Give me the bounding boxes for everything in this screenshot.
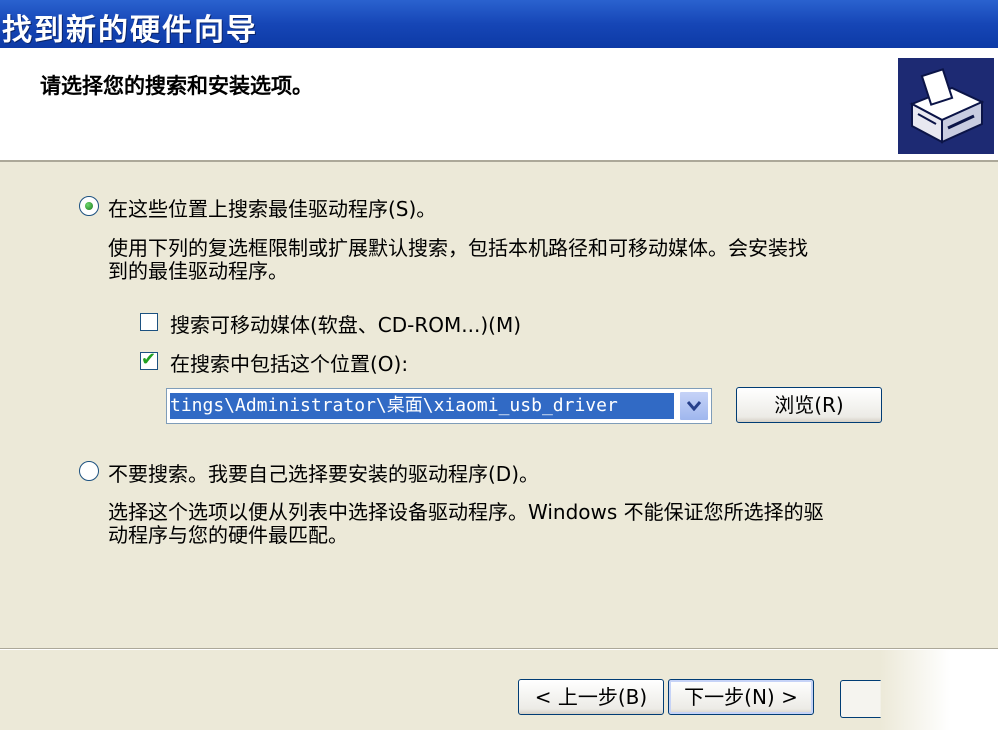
manual-description-line1: 选择这个选项以便从列表中选择设备驱动程序。Windows 不能保证您所选择的驱 xyxy=(108,500,824,524)
window-title: 找到新的硬件向导 xyxy=(2,13,258,48)
manual-description-line2: 动程序与您的硬件最匹配。 xyxy=(108,523,348,547)
include-location-checkbox[interactable]: ✔ xyxy=(140,349,158,370)
wizard-header: 请选择您的搜索和安装选项。 xyxy=(0,48,998,162)
include-location-label[interactable]: 在搜索中包括这个位置(O): xyxy=(170,348,408,377)
cropped-edge xyxy=(880,650,998,730)
checkmark-icon: ✔ xyxy=(141,349,157,370)
cancel-button[interactable] xyxy=(840,680,881,718)
hardware-wizard-icon xyxy=(898,58,994,154)
page-heading: 请选择您的搜索和安装选项。 xyxy=(40,74,313,98)
back-button[interactable]: < 上一步(B) xyxy=(518,679,664,715)
manual-select-radio[interactable] xyxy=(79,461,99,481)
manual-select-label[interactable]: 不要搜索。我要自己选择要安装的驱动程序(D)。 xyxy=(108,458,539,487)
browse-button[interactable]: 浏览(R) xyxy=(736,387,882,423)
removable-media-checkbox[interactable] xyxy=(140,313,158,331)
search-description-line1: 使用下列的复选框限制或扩展默认搜索，包括本机路径和可移动媒体。会安装找 xyxy=(108,236,808,260)
footer-separator xyxy=(0,648,998,650)
search-description-line2: 到的最佳驱动程序。 xyxy=(108,259,288,283)
removable-media-label[interactable]: 搜索可移动媒体(软盘、CD-ROM...)(M) xyxy=(170,309,521,338)
search-best-driver-label[interactable]: 在这些位置上搜索最佳驱动程序(S)。 xyxy=(108,193,436,222)
next-button[interactable]: 下一步(N) > xyxy=(668,679,814,715)
chevron-down-icon[interactable] xyxy=(679,391,709,421)
search-best-driver-radio[interactable] xyxy=(79,196,99,216)
location-combobox[interactable]: tings\Administrator\桌面\xiaomi_usb_driver xyxy=(166,388,712,424)
title-bar[interactable]: 找到新的硬件向导 xyxy=(0,0,998,48)
location-value[interactable]: tings\Administrator\桌面\xiaomi_usb_driver xyxy=(170,393,674,419)
